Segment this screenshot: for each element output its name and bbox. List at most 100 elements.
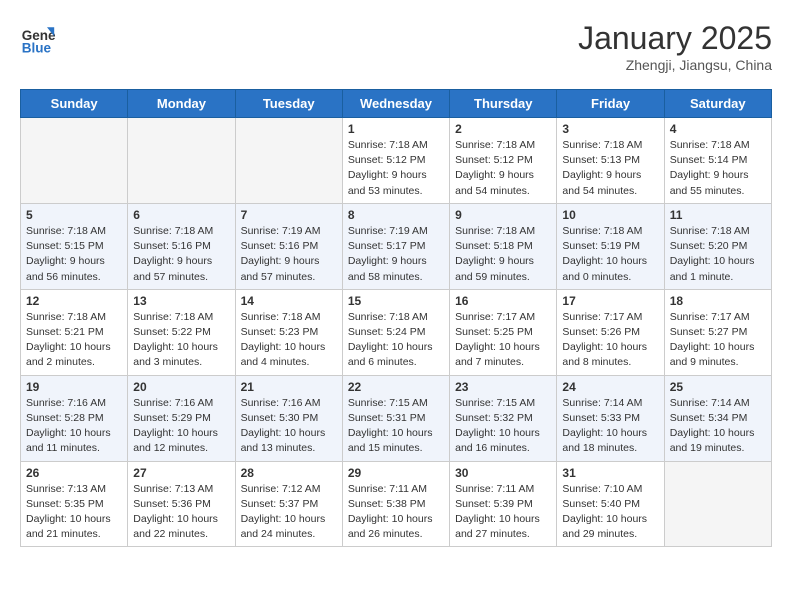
calendar-cell: 8 Sunrise: 7:19 AM Sunset: 5:17 PM Daylig…	[342, 203, 449, 289]
day-number: 7	[241, 208, 337, 222]
weekday-header: Saturday	[664, 90, 771, 118]
calendar-cell: 4 Sunrise: 7:18 AM Sunset: 5:14 PM Daylig…	[664, 118, 771, 204]
calendar-cell: 9Sunrise: 7:18 AM Sunset: 5:18 PM Daylig…	[450, 203, 557, 289]
cell-content: Sunrise: 7:18 AM Sunset: 5:14 PM Dayligh…	[670, 138, 766, 199]
calendar-cell: 10 Sunrise: 7:18 AM Sunset: 5:19 PM Dayli…	[557, 203, 664, 289]
cell-content: Sunrise: 7:14 AM Sunset: 5:34 PM Dayligh…	[670, 396, 766, 457]
calendar-cell: 14 Sunrise: 7:18 AM Sunset: 5:23 PM Dayli…	[235, 289, 342, 375]
cell-content: Sunrise: 7:16 AM Sunset: 5:29 PM Dayligh…	[133, 396, 229, 457]
day-number: 10	[562, 208, 658, 222]
weekday-header: Thursday	[450, 90, 557, 118]
weekday-header: Friday	[557, 90, 664, 118]
calendar-cell: 2 Sunrise: 7:18 AM Sunset: 5:12 PM Daylig…	[450, 118, 557, 204]
weekday-header: Monday	[128, 90, 235, 118]
day-number: 26	[26, 466, 122, 480]
day-number: 28	[241, 466, 337, 480]
page-header: General Blue January 2025 Zhengji, Jiang…	[20, 20, 772, 73]
calendar-cell: 26Sunrise: 7:13 AM Sunset: 5:35 PM Dayli…	[21, 461, 128, 547]
calendar-cell: 12Sunrise: 7:18 AM Sunset: 5:21 PM Dayli…	[21, 289, 128, 375]
cell-content: Sunrise: 7:18 AM Sunset: 5:12 PM Dayligh…	[455, 138, 551, 199]
calendar-cell: 18 Sunrise: 7:17 AM Sunset: 5:27 PM Dayli…	[664, 289, 771, 375]
calendar-week-row: 12Sunrise: 7:18 AM Sunset: 5:21 PM Dayli…	[21, 289, 772, 375]
day-number: 22	[348, 380, 444, 394]
day-number: 31	[562, 466, 658, 480]
cell-content: Sunrise: 7:18 AM Sunset: 5:23 PM Dayligh…	[241, 310, 337, 371]
weekday-header: Tuesday	[235, 90, 342, 118]
calendar-table: SundayMondayTuesdayWednesdayThursdayFrid…	[20, 89, 772, 547]
calendar-cell	[235, 118, 342, 204]
calendar-cell: 22 Sunrise: 7:15 AM Sunset: 5:31 PM Dayli…	[342, 375, 449, 461]
day-number: 5	[26, 208, 122, 222]
cell-content: Sunrise: 7:18 AM Sunset: 5:19 PM Dayligh…	[562, 224, 658, 285]
calendar-cell: 15 Sunrise: 7:18 AM Sunset: 5:24 PM Dayli…	[342, 289, 449, 375]
calendar-cell: 30 Sunrise: 7:11 AM Sunset: 5:39 PM Dayli…	[450, 461, 557, 547]
day-number: 15	[348, 294, 444, 308]
cell-content: Sunrise: 7:16 AM Sunset: 5:28 PM Dayligh…	[26, 396, 122, 457]
day-number: 24	[562, 380, 658, 394]
cell-content: Sunrise: 7:19 AM Sunset: 5:17 PM Dayligh…	[348, 224, 444, 285]
day-number: 9	[455, 208, 551, 222]
day-number: 1	[348, 122, 444, 136]
day-number: 2	[455, 122, 551, 136]
cell-content: Sunrise: 7:13 AM Sunset: 5:36 PM Dayligh…	[133, 482, 229, 543]
calendar-cell: 27 Sunrise: 7:13 AM Sunset: 5:36 PM Dayli…	[128, 461, 235, 547]
calendar-cell: 1 Sunrise: 7:18 AM Sunset: 5:12 PM Daylig…	[342, 118, 449, 204]
calendar-week-row: 19 Sunrise: 7:16 AM Sunset: 5:28 PM Dayli…	[21, 375, 772, 461]
weekday-header: Sunday	[21, 90, 128, 118]
calendar-cell: 11 Sunrise: 7:18 AM Sunset: 5:20 PM Dayli…	[664, 203, 771, 289]
calendar-week-row: 5Sunrise: 7:18 AM Sunset: 5:15 PM Daylig…	[21, 203, 772, 289]
cell-content: Sunrise: 7:18 AM Sunset: 5:20 PM Dayligh…	[670, 224, 766, 285]
title-block: January 2025 Zhengji, Jiangsu, China	[578, 20, 772, 73]
cell-content: Sunrise: 7:18 AM Sunset: 5:12 PM Dayligh…	[348, 138, 444, 199]
cell-content: Sunrise: 7:15 AM Sunset: 5:32 PM Dayligh…	[455, 396, 551, 457]
weekday-header: Wednesday	[342, 90, 449, 118]
calendar-cell	[21, 118, 128, 204]
calendar-cell	[664, 461, 771, 547]
calendar-cell: 3Sunrise: 7:18 AM Sunset: 5:13 PM Daylig…	[557, 118, 664, 204]
calendar-cell: 28 Sunrise: 7:12 AM Sunset: 5:37 PM Dayli…	[235, 461, 342, 547]
cell-content: Sunrise: 7:10 AM Sunset: 5:40 PM Dayligh…	[562, 482, 658, 543]
day-number: 18	[670, 294, 766, 308]
day-number: 25	[670, 380, 766, 394]
calendar-cell: 25 Sunrise: 7:14 AM Sunset: 5:34 PM Dayli…	[664, 375, 771, 461]
cell-content: Sunrise: 7:19 AM Sunset: 5:16 PM Dayligh…	[241, 224, 337, 285]
cell-content: Sunrise: 7:11 AM Sunset: 5:38 PM Dayligh…	[348, 482, 444, 543]
cell-content: Sunrise: 7:17 AM Sunset: 5:27 PM Dayligh…	[670, 310, 766, 371]
cell-content: Sunrise: 7:12 AM Sunset: 5:37 PM Dayligh…	[241, 482, 337, 543]
day-number: 21	[241, 380, 337, 394]
cell-content: Sunrise: 7:16 AM Sunset: 5:30 PM Dayligh…	[241, 396, 337, 457]
day-number: 4	[670, 122, 766, 136]
cell-content: Sunrise: 7:18 AM Sunset: 5:24 PM Dayligh…	[348, 310, 444, 371]
day-number: 12	[26, 294, 122, 308]
calendar-cell: 23 Sunrise: 7:15 AM Sunset: 5:32 PM Dayli…	[450, 375, 557, 461]
cell-content: Sunrise: 7:11 AM Sunset: 5:39 PM Dayligh…	[455, 482, 551, 543]
cell-content: Sunrise: 7:18 AM Sunset: 5:13 PM Dayligh…	[562, 138, 658, 199]
calendar-cell: 29Sunrise: 7:11 AM Sunset: 5:38 PM Dayli…	[342, 461, 449, 547]
location-subtitle: Zhengji, Jiangsu, China	[578, 57, 772, 73]
svg-text:Blue: Blue	[22, 40, 52, 55]
calendar-cell: 13Sunrise: 7:18 AM Sunset: 5:22 PM Dayli…	[128, 289, 235, 375]
day-number: 8	[348, 208, 444, 222]
day-number: 19	[26, 380, 122, 394]
cell-content: Sunrise: 7:18 AM Sunset: 5:16 PM Dayligh…	[133, 224, 229, 285]
day-number: 14	[241, 294, 337, 308]
calendar-cell: 6 Sunrise: 7:18 AM Sunset: 5:16 PM Daylig…	[128, 203, 235, 289]
calendar-cell: 24Sunrise: 7:14 AM Sunset: 5:33 PM Dayli…	[557, 375, 664, 461]
cell-content: Sunrise: 7:15 AM Sunset: 5:31 PM Dayligh…	[348, 396, 444, 457]
day-number: 16	[455, 294, 551, 308]
day-number: 30	[455, 466, 551, 480]
day-number: 20	[133, 380, 229, 394]
calendar-cell: 20 Sunrise: 7:16 AM Sunset: 5:29 PM Dayli…	[128, 375, 235, 461]
cell-content: Sunrise: 7:18 AM Sunset: 5:22 PM Dayligh…	[133, 310, 229, 371]
day-number: 6	[133, 208, 229, 222]
logo-icon: General Blue	[20, 20, 56, 56]
day-number: 11	[670, 208, 766, 222]
day-number: 23	[455, 380, 551, 394]
month-title: January 2025	[578, 20, 772, 57]
day-number: 27	[133, 466, 229, 480]
cell-content: Sunrise: 7:17 AM Sunset: 5:26 PM Dayligh…	[562, 310, 658, 371]
calendar-cell: 5Sunrise: 7:18 AM Sunset: 5:15 PM Daylig…	[21, 203, 128, 289]
weekday-header-row: SundayMondayTuesdayWednesdayThursdayFrid…	[21, 90, 772, 118]
calendar-cell: 17Sunrise: 7:17 AM Sunset: 5:26 PM Dayli…	[557, 289, 664, 375]
calendar-cell: 31 Sunrise: 7:10 AM Sunset: 5:40 PM Dayli…	[557, 461, 664, 547]
